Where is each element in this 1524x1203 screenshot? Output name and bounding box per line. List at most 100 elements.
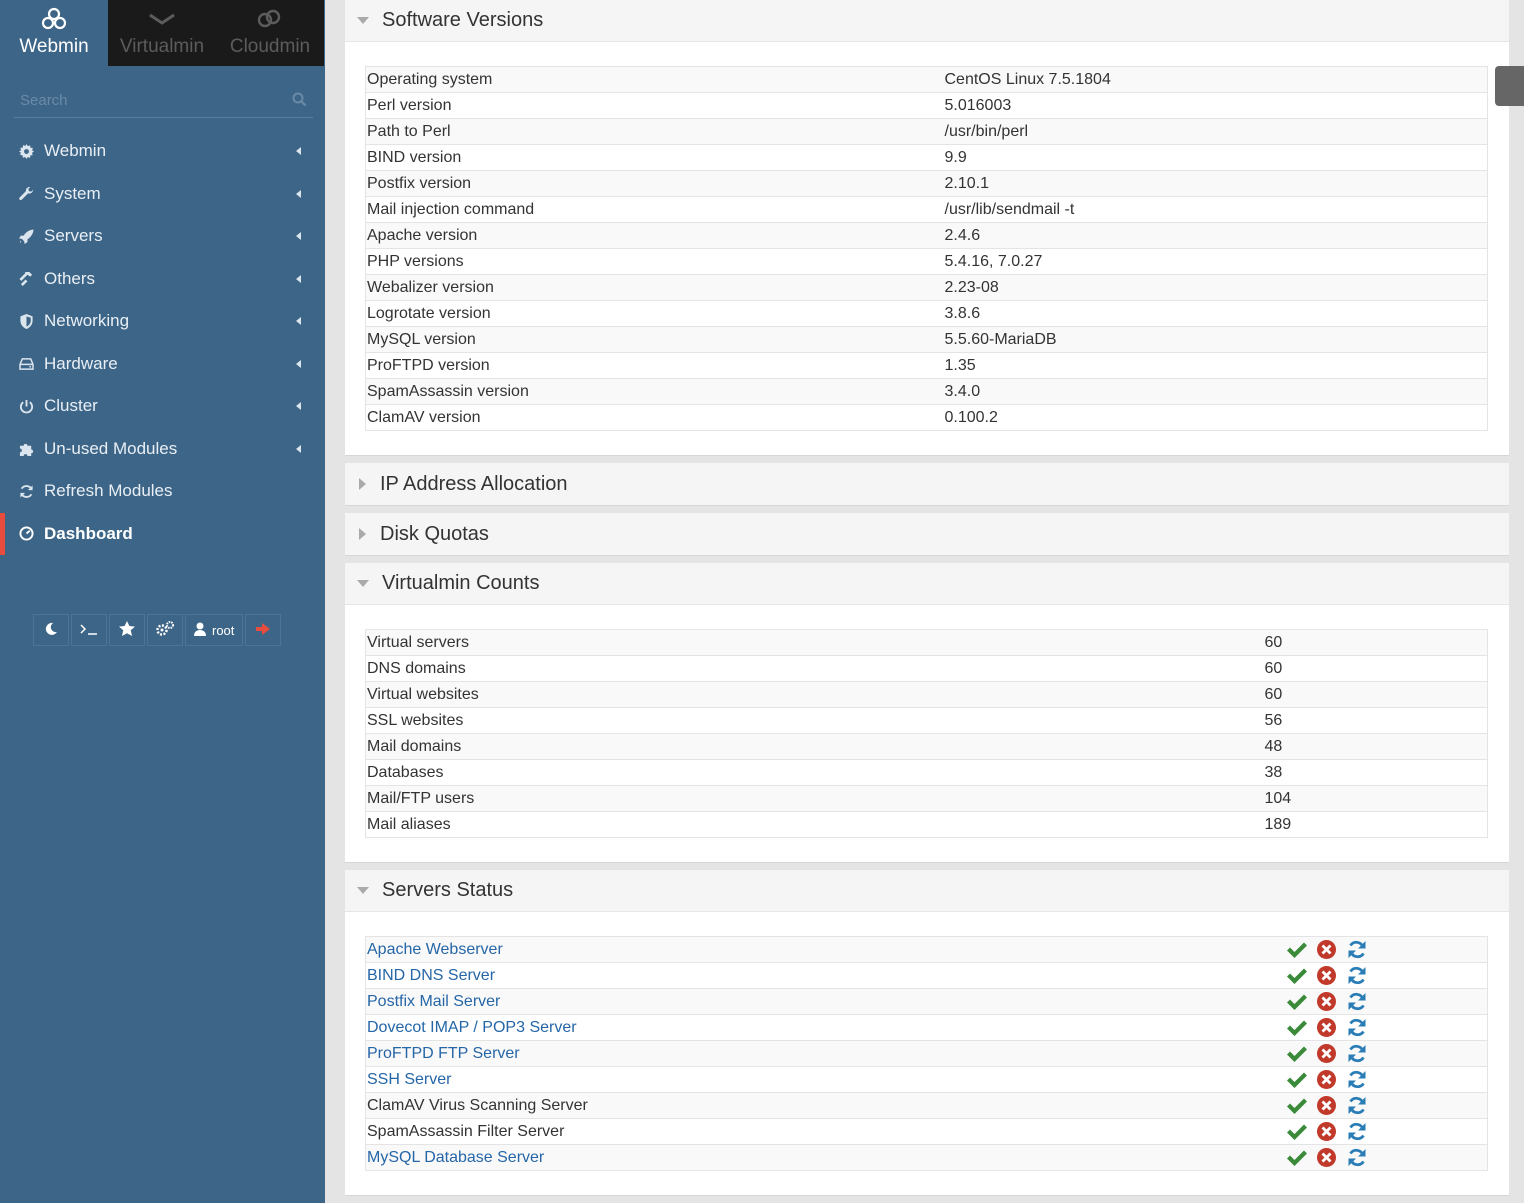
row-value: 5.5.60-MariaDB [943,326,1488,353]
expand-icon [359,528,366,540]
server-actions [1285,1066,1488,1093]
notification-tab[interactable] [1495,66,1524,106]
user-icon [194,622,206,639]
sidebar-item-webmin[interactable]: Webmin [0,130,325,173]
row-value: 60 [1263,629,1488,656]
table-row: PHP versions 5.4.16, 7.0.27 [365,248,1488,275]
stop-icon[interactable] [1316,1148,1347,1167]
running-check-icon[interactable] [1286,1020,1317,1036]
row-label: SpamAssassin version [365,378,944,405]
panel-title: IP Address Allocation [380,472,568,495]
running-check-icon[interactable] [1286,1046,1317,1062]
running-check-icon[interactable] [1286,1124,1317,1140]
restart-icon[interactable] [1347,1122,1377,1141]
user-button[interactable]: root [185,614,244,646]
sidebar-item-dashboard[interactable]: Dashboard [0,512,325,556]
theme-settings-button[interactable] [147,614,183,646]
caret-left-icon [296,359,301,368]
table-row: BIND DNS Server [365,962,1488,989]
sidebar-item-servers[interactable]: Servers [0,215,325,258]
table-row: SpamAssassin version 3.4.0 [365,378,1488,405]
sidebar-item-cluster[interactable]: Cluster [0,385,325,428]
restart-icon[interactable] [1347,966,1377,985]
collapse-icon [357,17,369,24]
logout-icon [256,622,271,638]
sidebar-item-others[interactable]: Others [0,258,325,301]
panel-title: Software Versions [382,9,544,31]
row-label: Webalizer version [365,274,944,301]
running-check-icon[interactable] [1286,942,1317,958]
panel-body: Virtual servers 60 DNS domains 60 Virtual we… [345,605,1509,862]
sidebar-item-system[interactable]: System [0,173,325,216]
running-check-icon[interactable] [1286,1098,1317,1114]
row-label: Mail/FTP users [365,785,1264,812]
restart-icon[interactable] [1347,1018,1377,1037]
server-link[interactable]: Apache Webserver [367,941,503,958]
action-group [1286,1044,1488,1063]
night-mode-button[interactable] [33,614,69,646]
sidebar-item-unused-modules[interactable]: Un-used Modules [0,428,325,471]
panel-header[interactable]: Disk Quotas [345,513,1509,555]
stop-icon[interactable] [1316,1018,1347,1037]
restart-icon[interactable] [1347,1044,1377,1063]
server-name: SpamAssassin Filter Server [367,1122,565,1140]
tab-webmin[interactable]: Webmin [0,0,108,66]
tab-cloudmin[interactable]: Cloudmin [216,0,324,66]
search-input[interactable] [14,84,313,116]
table-row: SSL websites 56 [365,707,1488,734]
hdd-icon [18,356,34,372]
row-value: 3.4.0 [943,378,1488,405]
sidebar-item-networking[interactable]: Networking [0,300,325,343]
sidebar-item-hardware[interactable]: Hardware [0,343,325,386]
table-row: Postfix Mail Server [365,988,1488,1015]
row-value: 5.016003 [943,92,1488,119]
panel-header[interactable]: Servers Status [345,870,1509,912]
panel-header[interactable]: Virtualmin Counts [345,563,1509,605]
stop-icon[interactable] [1316,940,1347,959]
restart-icon[interactable] [1347,1148,1377,1167]
stop-icon[interactable] [1316,1122,1347,1141]
running-check-icon[interactable] [1286,994,1317,1010]
running-check-icon[interactable] [1286,1072,1317,1088]
tab-virtualmin[interactable]: Virtualmin [108,0,216,66]
running-check-icon[interactable] [1286,1150,1317,1166]
running-check-icon[interactable] [1286,968,1317,984]
server-link[interactable]: ProFTPD FTP Server [367,1045,520,1062]
search-icon[interactable] [292,92,307,112]
panel-header[interactable]: Software Versions [345,0,1509,42]
row-label: Mail injection command [365,196,944,223]
server-actions [1285,1092,1488,1119]
row-value: 5.4.16, 7.0.27 [943,248,1488,275]
restart-icon[interactable] [1347,940,1377,959]
restart-icon[interactable] [1347,1096,1377,1115]
panel-body: Apache Webserver BIND DNS Server Postfix M… [345,912,1509,1195]
panel-servers-status: Servers Status Apache Webserver BIND DNS … [345,870,1509,1196]
row-value: 104 [1263,785,1488,812]
rocket-icon [18,228,34,244]
wrench-icon [18,186,34,202]
action-group [1286,1122,1488,1141]
favorites-button[interactable] [109,614,145,646]
stop-icon[interactable] [1316,1044,1347,1063]
stop-icon[interactable] [1316,1070,1347,1089]
stop-icon[interactable] [1316,966,1347,985]
server-link[interactable]: Dovecot IMAP / POP3 Server [367,1019,577,1036]
table-row: ClamAV version 0.100.2 [365,404,1488,431]
panel-header[interactable]: IP Address Allocation [345,463,1509,505]
stop-icon[interactable] [1316,1096,1347,1115]
restart-icon[interactable] [1347,1070,1377,1089]
panel-disk-quotas: Disk Quotas [345,513,1509,556]
stop-icon[interactable] [1316,992,1347,1011]
row-label: Virtual websites [365,681,1264,708]
server-link[interactable]: MySQL Database Server [367,1149,544,1166]
server-link[interactable]: SSH Server [367,1071,451,1088]
terminal-button[interactable] [71,614,107,646]
software-versions-table: Operating system CentOS Linux 7.5.1804 Per… [365,66,1488,431]
server-actions [1285,936,1488,963]
server-link[interactable]: Postfix Mail Server [367,993,500,1010]
logout-button[interactable] [245,614,282,646]
sidebar-item-refresh-modules[interactable]: Refresh Modules [0,470,325,513]
restart-icon[interactable] [1347,992,1377,1011]
server-link[interactable]: BIND DNS Server [367,967,495,984]
dashboard-main: Software Versions Operating system CentOS… [345,0,1509,1203]
